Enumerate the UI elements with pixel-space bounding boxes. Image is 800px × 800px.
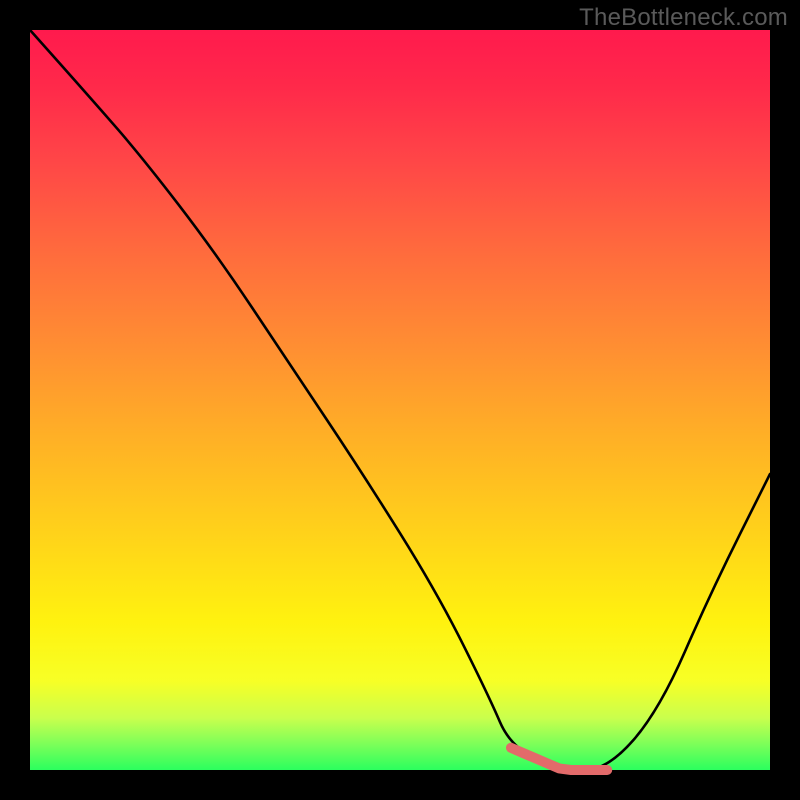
chart-container: TheBottleneck.com bbox=[0, 0, 800, 800]
trough-highlight bbox=[511, 748, 607, 770]
bottleneck-curve bbox=[30, 30, 770, 770]
attribution-label: TheBottleneck.com bbox=[579, 4, 788, 32]
curve-svg bbox=[30, 30, 770, 770]
plot-area bbox=[30, 30, 770, 770]
